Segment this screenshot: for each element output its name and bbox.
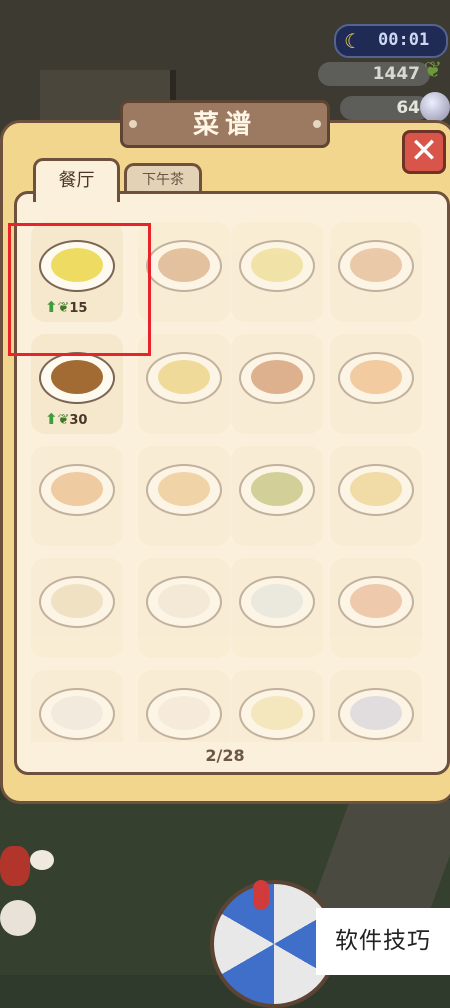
recipe-card[interactable] bbox=[330, 446, 422, 546]
dish-food-icon bbox=[251, 696, 303, 730]
character-sprite[interactable] bbox=[0, 846, 30, 886]
dish-food-icon bbox=[350, 584, 402, 618]
recipe-card[interactable] bbox=[330, 334, 422, 434]
recipe-card[interactable] bbox=[138, 446, 230, 546]
recipe-card[interactable] bbox=[231, 670, 323, 742]
dish-food-icon bbox=[350, 248, 402, 282]
dish-food-icon bbox=[350, 360, 402, 394]
herb-currency-icon: ❦ bbox=[423, 58, 443, 83]
dish-food-icon bbox=[350, 472, 402, 506]
time-text: 00:01 bbox=[378, 30, 430, 50]
upgrade-cost: ⬆❦30 bbox=[45, 410, 87, 428]
pearl-icon bbox=[420, 92, 450, 122]
coin-counter[interactable]: 1447 bbox=[318, 62, 430, 86]
panel-title: 菜谱 bbox=[120, 100, 330, 148]
selection-highlight bbox=[8, 223, 151, 356]
wheel-pointer bbox=[253, 880, 269, 910]
dish-food-icon bbox=[158, 696, 210, 730]
dish-food-icon bbox=[158, 360, 210, 394]
recipe-card[interactable] bbox=[31, 558, 123, 658]
upgrade-cost-value: 30 bbox=[69, 413, 88, 428]
gem-counter[interactable]: 64 bbox=[340, 96, 430, 120]
dish-food-icon bbox=[158, 472, 210, 506]
character-sprite[interactable] bbox=[0, 900, 36, 936]
herb-currency-icon: ❦ bbox=[57, 412, 70, 428]
recipe-card[interactable] bbox=[330, 222, 422, 322]
recipe-card[interactable] bbox=[231, 446, 323, 546]
tab-afternoon-tea[interactable]: 下午茶 bbox=[124, 163, 202, 193]
dish-food-icon bbox=[158, 248, 210, 282]
recipe-card[interactable] bbox=[231, 222, 323, 322]
recipe-card[interactable] bbox=[231, 558, 323, 658]
dish-food-icon bbox=[251, 248, 303, 282]
recipe-card[interactable] bbox=[330, 670, 422, 742]
dish-food-icon bbox=[158, 584, 210, 618]
dish-food-icon bbox=[251, 472, 303, 506]
recipe-card[interactable] bbox=[330, 558, 422, 658]
time-display: ☾ 00:01 bbox=[334, 24, 448, 58]
character-sprite[interactable] bbox=[30, 850, 54, 870]
dish-food-icon bbox=[51, 472, 103, 506]
page-indicator: 2/28 bbox=[205, 746, 245, 765]
recipe-card[interactable] bbox=[138, 334, 230, 434]
dish-food-icon bbox=[251, 360, 303, 394]
dish-food-icon bbox=[51, 696, 103, 730]
upgrade-arrow-icon: ⬆ bbox=[45, 410, 58, 428]
recipe-card[interactable] bbox=[231, 334, 323, 434]
dish-food-icon bbox=[51, 360, 103, 394]
dish-food-icon bbox=[350, 696, 402, 730]
recipe-card[interactable] bbox=[138, 670, 230, 742]
recipe-card[interactable] bbox=[31, 446, 123, 546]
coin-count: 1447 bbox=[372, 64, 420, 84]
watermark-text: 软件技巧 bbox=[316, 908, 450, 975]
recipe-card[interactable] bbox=[138, 222, 230, 322]
tab-restaurant[interactable]: 餐厅 bbox=[33, 158, 120, 202]
close-button[interactable]: ✕ bbox=[402, 130, 446, 174]
dish-food-icon bbox=[51, 584, 103, 618]
recipe-card[interactable] bbox=[138, 558, 230, 658]
gem-count: 64 bbox=[396, 98, 420, 118]
moon-icon: ☾ bbox=[344, 29, 362, 53]
recipe-card[interactable] bbox=[31, 670, 123, 742]
dish-food-icon bbox=[251, 584, 303, 618]
